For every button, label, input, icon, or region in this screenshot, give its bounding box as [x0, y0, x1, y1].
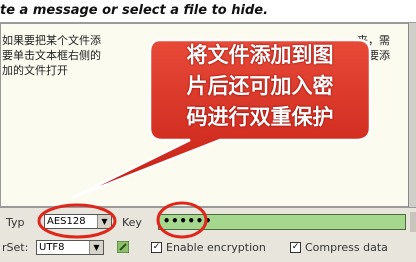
- highlight-rings: [37, 201, 208, 239]
- type-highlight-ring: [37, 203, 117, 239]
- key-highlight-ring: [156, 201, 208, 239]
